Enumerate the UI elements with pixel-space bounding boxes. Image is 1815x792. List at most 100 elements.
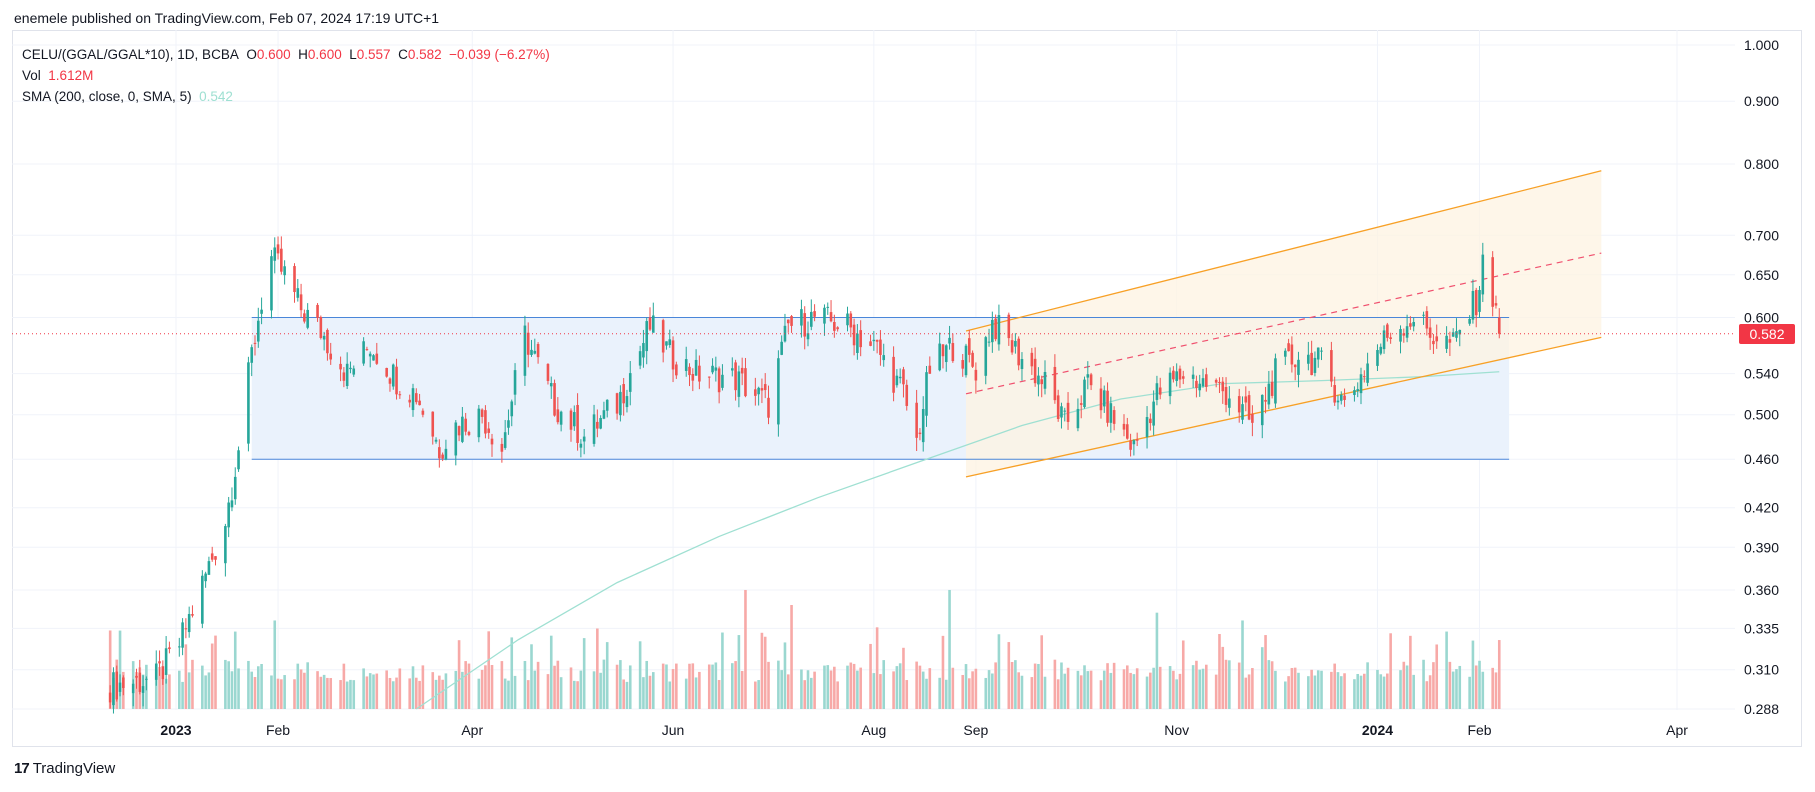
volume-bar [365, 676, 369, 709]
candle-body [191, 614, 194, 616]
volume-bar [1310, 669, 1313, 709]
volume-bar [227, 661, 230, 709]
x-axis-tick-label: Apr [1666, 722, 1688, 738]
candle-body [918, 432, 922, 435]
candle-body [879, 339, 882, 355]
candle-body [1129, 440, 1132, 450]
volume-bar [1402, 661, 1406, 709]
price-chart[interactable]: 1.000 0.900 0.800 0.700 0.650 0.600 0.540 0.500… [0, 0, 1815, 792]
volume-bar [408, 678, 412, 709]
candle-body [553, 383, 556, 416]
volume-bar [1066, 667, 1070, 709]
candle-body [316, 304, 319, 318]
candle-body [322, 335, 326, 340]
candle-body [372, 355, 375, 361]
last-price-tag: 0.582 [1739, 324, 1795, 344]
volume-bar [1491, 667, 1494, 709]
volume-bar [1428, 675, 1432, 709]
candle-body [895, 375, 899, 386]
candle-body [1135, 439, 1139, 441]
candle-body [1007, 314, 1011, 339]
symbol-label[interactable]: CELU/(GGAL/GGAL*10), 1D, BCBA [22, 47, 239, 62]
volume-bar [319, 676, 323, 709]
candle-body [530, 349, 533, 355]
volume-bar [477, 678, 481, 709]
y-axis-tick-label: 0.700 [1744, 227, 1779, 243]
candle-body [767, 397, 770, 418]
candle-body [438, 447, 441, 459]
candle-body [1293, 364, 1297, 368]
candle-body [754, 389, 757, 396]
volume-bar [1089, 670, 1093, 709]
volume-bar [1343, 673, 1346, 709]
candle-body [1336, 400, 1340, 403]
sma-label[interactable]: SMA (200, close, 0, SMA, 5) [22, 89, 192, 104]
volume-bar [1086, 671, 1090, 709]
candle-body [233, 476, 237, 500]
volume-value: 1.612M [48, 68, 94, 83]
volume-bar [915, 661, 918, 709]
candle-body [599, 418, 602, 429]
candle-body [556, 409, 560, 423]
volume-bar [619, 660, 622, 709]
candle-body [270, 256, 273, 311]
candle-body [201, 575, 204, 624]
volume-bar [1175, 679, 1178, 709]
candle-body [576, 404, 579, 443]
volume-bar [233, 631, 237, 709]
candle-body [948, 337, 951, 344]
candle-body [398, 394, 402, 396]
candle-body [349, 367, 352, 370]
candle-body [1172, 370, 1175, 380]
candle-body [684, 359, 688, 371]
volume-bar [602, 659, 606, 709]
footer-brand[interactable]: 17 TradingView [14, 760, 115, 777]
candle-body [490, 438, 494, 445]
candle-body [507, 420, 510, 428]
candle-body [711, 365, 714, 373]
x-axis-tick-label: Feb [266, 722, 290, 738]
candle-body [1386, 324, 1389, 338]
volume-bar [1109, 672, 1113, 709]
volume-bar [270, 675, 273, 709]
candle-body [915, 402, 918, 438]
volume-bar [1287, 676, 1290, 709]
candle-body [800, 309, 803, 326]
volume-bar [1478, 660, 1481, 709]
volume-bar [740, 671, 744, 709]
volume-bar [1330, 671, 1333, 709]
candle-body [362, 341, 365, 364]
volume-bar [895, 666, 899, 709]
volume-bar [1389, 633, 1392, 709]
volume-bar [1168, 666, 1172, 709]
volume-bar [698, 671, 701, 709]
volume-bar [599, 672, 602, 709]
y-axis-tick-label: 0.540 [1744, 366, 1779, 382]
volume-bar [464, 661, 467, 709]
candle-body [1471, 291, 1475, 320]
candle-body [1330, 350, 1333, 382]
volume-bar [510, 637, 514, 709]
candle-body [579, 443, 583, 448]
volume-bar [1043, 676, 1047, 709]
volume-bar [967, 678, 971, 709]
candle-body [1221, 381, 1225, 392]
volume-bar [1033, 663, 1037, 709]
candle-body [1310, 352, 1313, 376]
volume-label[interactable]: Vol [22, 68, 41, 83]
candle-body [628, 373, 632, 392]
candle-body [1195, 380, 1198, 388]
volume-bar [210, 643, 214, 709]
volume-bar [1030, 677, 1034, 709]
volume-bar [592, 671, 596, 709]
candle-body [1149, 418, 1152, 424]
candle-body [707, 376, 711, 378]
candle-body [1451, 332, 1455, 337]
candle-body [319, 317, 323, 338]
volume-bar [533, 670, 537, 709]
volume-bar [1399, 670, 1402, 709]
volume-bar [414, 677, 418, 709]
candle-body [1481, 254, 1485, 295]
candle-body [365, 349, 369, 351]
candle-body [1316, 347, 1320, 360]
